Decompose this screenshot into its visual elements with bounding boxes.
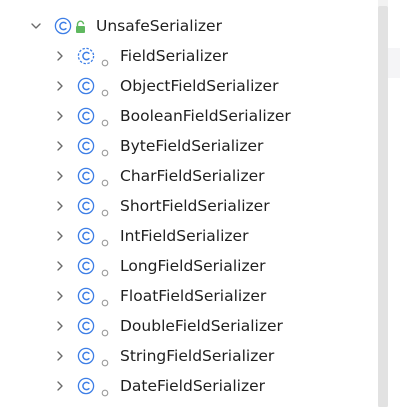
tree-node-label: FloatFieldSerializer bbox=[120, 287, 267, 305]
package-private-icon bbox=[101, 262, 109, 277]
tree-node-label: BooleanFieldSerializer bbox=[120, 107, 291, 125]
chevron-down-icon[interactable] bbox=[28, 18, 44, 34]
package-private-icon bbox=[101, 292, 109, 307]
project-tree-panel: UnsafeSerializer FieldSerializer ObjectFi… bbox=[0, 0, 400, 407]
tree-node-shortfieldserializer[interactable]: ShortFieldSerializer bbox=[0, 191, 378, 221]
chevron-right-icon[interactable] bbox=[52, 228, 68, 244]
class-icon bbox=[77, 347, 95, 365]
package-private-icon bbox=[101, 82, 109, 97]
lock-icon bbox=[74, 19, 87, 33]
tree-node-unsafeserializer[interactable]: UnsafeSerializer bbox=[0, 11, 378, 41]
tree-node-label: CharFieldSerializer bbox=[120, 167, 265, 185]
chevron-right-icon[interactable] bbox=[52, 258, 68, 274]
tree-node-datefieldserializer[interactable]: DateFieldSerializer bbox=[0, 371, 378, 401]
tree-node-label: FieldSerializer bbox=[120, 47, 228, 65]
chevron-right-icon[interactable] bbox=[52, 288, 68, 304]
adjacent-panel-highlight bbox=[388, 48, 400, 78]
chevron-right-icon[interactable] bbox=[52, 198, 68, 214]
scrollbar-thumb[interactable] bbox=[378, 6, 388, 407]
abstract-class-icon bbox=[77, 47, 95, 65]
package-private-icon bbox=[101, 52, 109, 67]
chevron-right-icon[interactable] bbox=[52, 138, 68, 154]
tree-node-charfieldserializer[interactable]: CharFieldSerializer bbox=[0, 161, 378, 191]
tree-node-label: StringFieldSerializer bbox=[120, 347, 275, 365]
tree-children: FieldSerializer ObjectFieldSerializer Bool… bbox=[0, 41, 378, 401]
tree-node-floatfieldserializer[interactable]: FloatFieldSerializer bbox=[0, 281, 378, 311]
class-icon bbox=[54, 17, 72, 35]
tree-node-label: IntFieldSerializer bbox=[120, 227, 249, 245]
tree-node-label: ObjectFieldSerializer bbox=[120, 77, 279, 95]
package-private-icon bbox=[101, 142, 109, 157]
class-icon bbox=[77, 377, 95, 395]
chevron-right-icon[interactable] bbox=[52, 78, 68, 94]
package-private-icon bbox=[101, 202, 109, 217]
package-private-icon bbox=[101, 172, 109, 187]
chevron-right-icon[interactable] bbox=[52, 348, 68, 364]
class-icon bbox=[77, 197, 95, 215]
chevron-right-icon[interactable] bbox=[52, 108, 68, 124]
tree-node-label: LongFieldSerializer bbox=[120, 257, 266, 275]
package-private-icon bbox=[101, 382, 109, 397]
class-icon bbox=[77, 287, 95, 305]
tree-node-longfieldserializer[interactable]: LongFieldSerializer bbox=[0, 251, 378, 281]
chevron-right-icon[interactable] bbox=[52, 378, 68, 394]
chevron-right-icon[interactable] bbox=[52, 318, 68, 334]
tree-node-label: DoubleFieldSerializer bbox=[120, 317, 283, 335]
tree-node-doublefieldserializer[interactable]: DoubleFieldSerializer bbox=[0, 311, 378, 341]
tree-node-objectfieldserializer[interactable]: ObjectFieldSerializer bbox=[0, 71, 378, 101]
chevron-right-icon[interactable] bbox=[52, 168, 68, 184]
tree-node-label: ShortFieldSerializer bbox=[120, 197, 270, 215]
class-icon bbox=[77, 137, 95, 155]
class-icon bbox=[77, 167, 95, 185]
structure-tree: UnsafeSerializer FieldSerializer ObjectFi… bbox=[0, 11, 378, 401]
package-private-icon bbox=[101, 352, 109, 367]
tree-node-booleanfieldserializer[interactable]: BooleanFieldSerializer bbox=[0, 101, 378, 131]
class-icon bbox=[77, 107, 95, 125]
tree-node-label: UnsafeSerializer bbox=[96, 17, 222, 35]
class-icon bbox=[77, 227, 95, 245]
tree-node-intfieldserializer[interactable]: IntFieldSerializer bbox=[0, 221, 378, 251]
chevron-right-icon[interactable] bbox=[52, 48, 68, 64]
tree-node-label: DateFieldSerializer bbox=[120, 377, 266, 395]
package-private-icon bbox=[101, 232, 109, 247]
class-icon bbox=[77, 77, 95, 95]
class-icon bbox=[77, 257, 95, 275]
package-private-icon bbox=[101, 112, 109, 127]
package-private-icon bbox=[101, 322, 109, 337]
tree-node-bytefieldserializer[interactable]: ByteFieldSerializer bbox=[0, 131, 378, 161]
tree-node-stringfieldserializer[interactable]: StringFieldSerializer bbox=[0, 341, 378, 371]
tree-node-label: ByteFieldSerializer bbox=[120, 137, 264, 155]
tree-node-fieldserializer[interactable]: FieldSerializer bbox=[0, 41, 378, 71]
class-icon bbox=[77, 317, 95, 335]
